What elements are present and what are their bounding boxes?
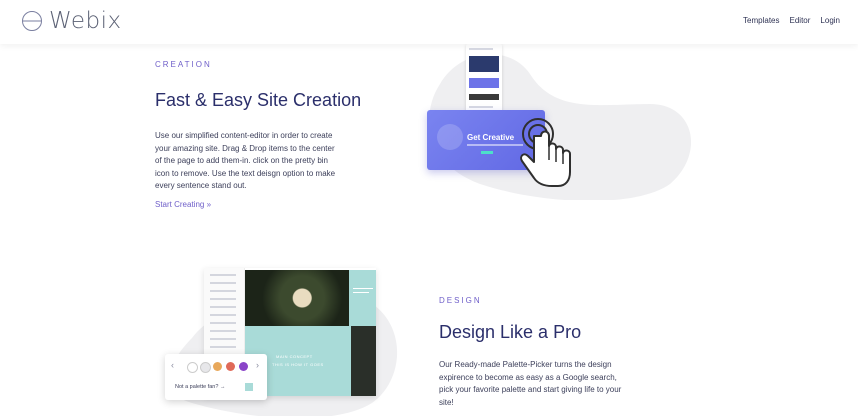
sidebar-line [210,290,236,292]
creation-line-3: of the page to add them-in. click on the… [155,156,328,165]
design-line-2: expirence to become as easy as a Google … [439,372,617,382]
chevron-left-icon[interactable]: ‹ [171,360,174,370]
site-header: Webix Templates Editor Login [0,0,858,44]
sidebar-line [210,314,236,316]
chevron-right-icon[interactable]: › [256,360,259,370]
nav-templates[interactable]: Templates [743,16,779,25]
sidebar-line [210,322,236,324]
brand-name: Webix [49,8,122,34]
teal-block [349,270,376,326]
palette-picker: ‹ › Not a palette fan? → [165,354,267,400]
creation-line-4: icon to remove. Use the text deisgn opti… [155,168,336,178]
palette-swatch[interactable] [226,362,235,371]
creation-line-2: your amazing site. Drag & Drop items to … [155,143,335,153]
food-photo [245,270,349,326]
phone-block [469,78,499,88]
top-nav: Templates Editor Login [743,16,840,25]
design-title: Design Like a Pro [439,322,582,342]
nav-editor[interactable]: Editor [790,16,811,25]
phone-block [469,94,499,100]
teal-text-line [353,292,369,293]
sidebar-line [210,346,236,348]
design-line-1: Our Ready-made Palette-Picker turns the … [439,360,612,369]
teal-text-line [353,288,373,289]
nav-login[interactable]: Login [820,16,840,25]
palette-alt-swatch[interactable] [245,383,253,391]
brand-logo[interactable]: Webix [21,7,122,35]
phone-mockup [466,44,502,118]
creation-eyebrow: CREATION [155,60,212,69]
creation-line-1: Use our simplified content-editor in ord… [155,131,333,140]
creation-line-5: every sentence stand out. [155,181,247,190]
get-creative-label: Get Creative [467,133,515,142]
phone-line [469,106,493,108]
start-creating-link[interactable]: Start Creating » [155,200,211,209]
pointing-hand-icon [520,118,571,187]
webix-logo-icon [22,11,42,31]
phone-block [469,56,499,72]
design-line-3: pick your favorite palette and start giv… [439,385,622,394]
card-circle [437,124,463,150]
dark-photo [351,326,376,396]
palette-swatch[interactable] [213,362,222,371]
design-line-4: site! [439,397,454,407]
design-eyebrow: DESIGN [439,296,482,305]
card-button [481,151,493,154]
caption-top: MAIN CONCEPT [276,354,313,359]
creation-title: Fast & Easy Site Creation [155,90,362,110]
palette-swatch[interactable] [200,362,211,373]
creation-description: Use our simplified content-editor in ord… [155,130,335,193]
sidebar-line [210,338,236,340]
design-description: Our Ready-made Palette-Picker turns the … [439,359,621,409]
sidebar-line [210,306,236,308]
palette-swatch[interactable] [239,362,248,371]
sidebar-line [210,274,236,276]
sidebar-line [210,330,236,332]
sidebar-line [210,298,236,300]
sidebar-line [210,282,236,284]
palette-question: Not a palette fan? → [175,384,226,390]
caption-bottom: THIS IS HOW IT GOES [272,362,324,367]
palette-swatch[interactable] [187,362,198,373]
phone-line [469,48,493,50]
